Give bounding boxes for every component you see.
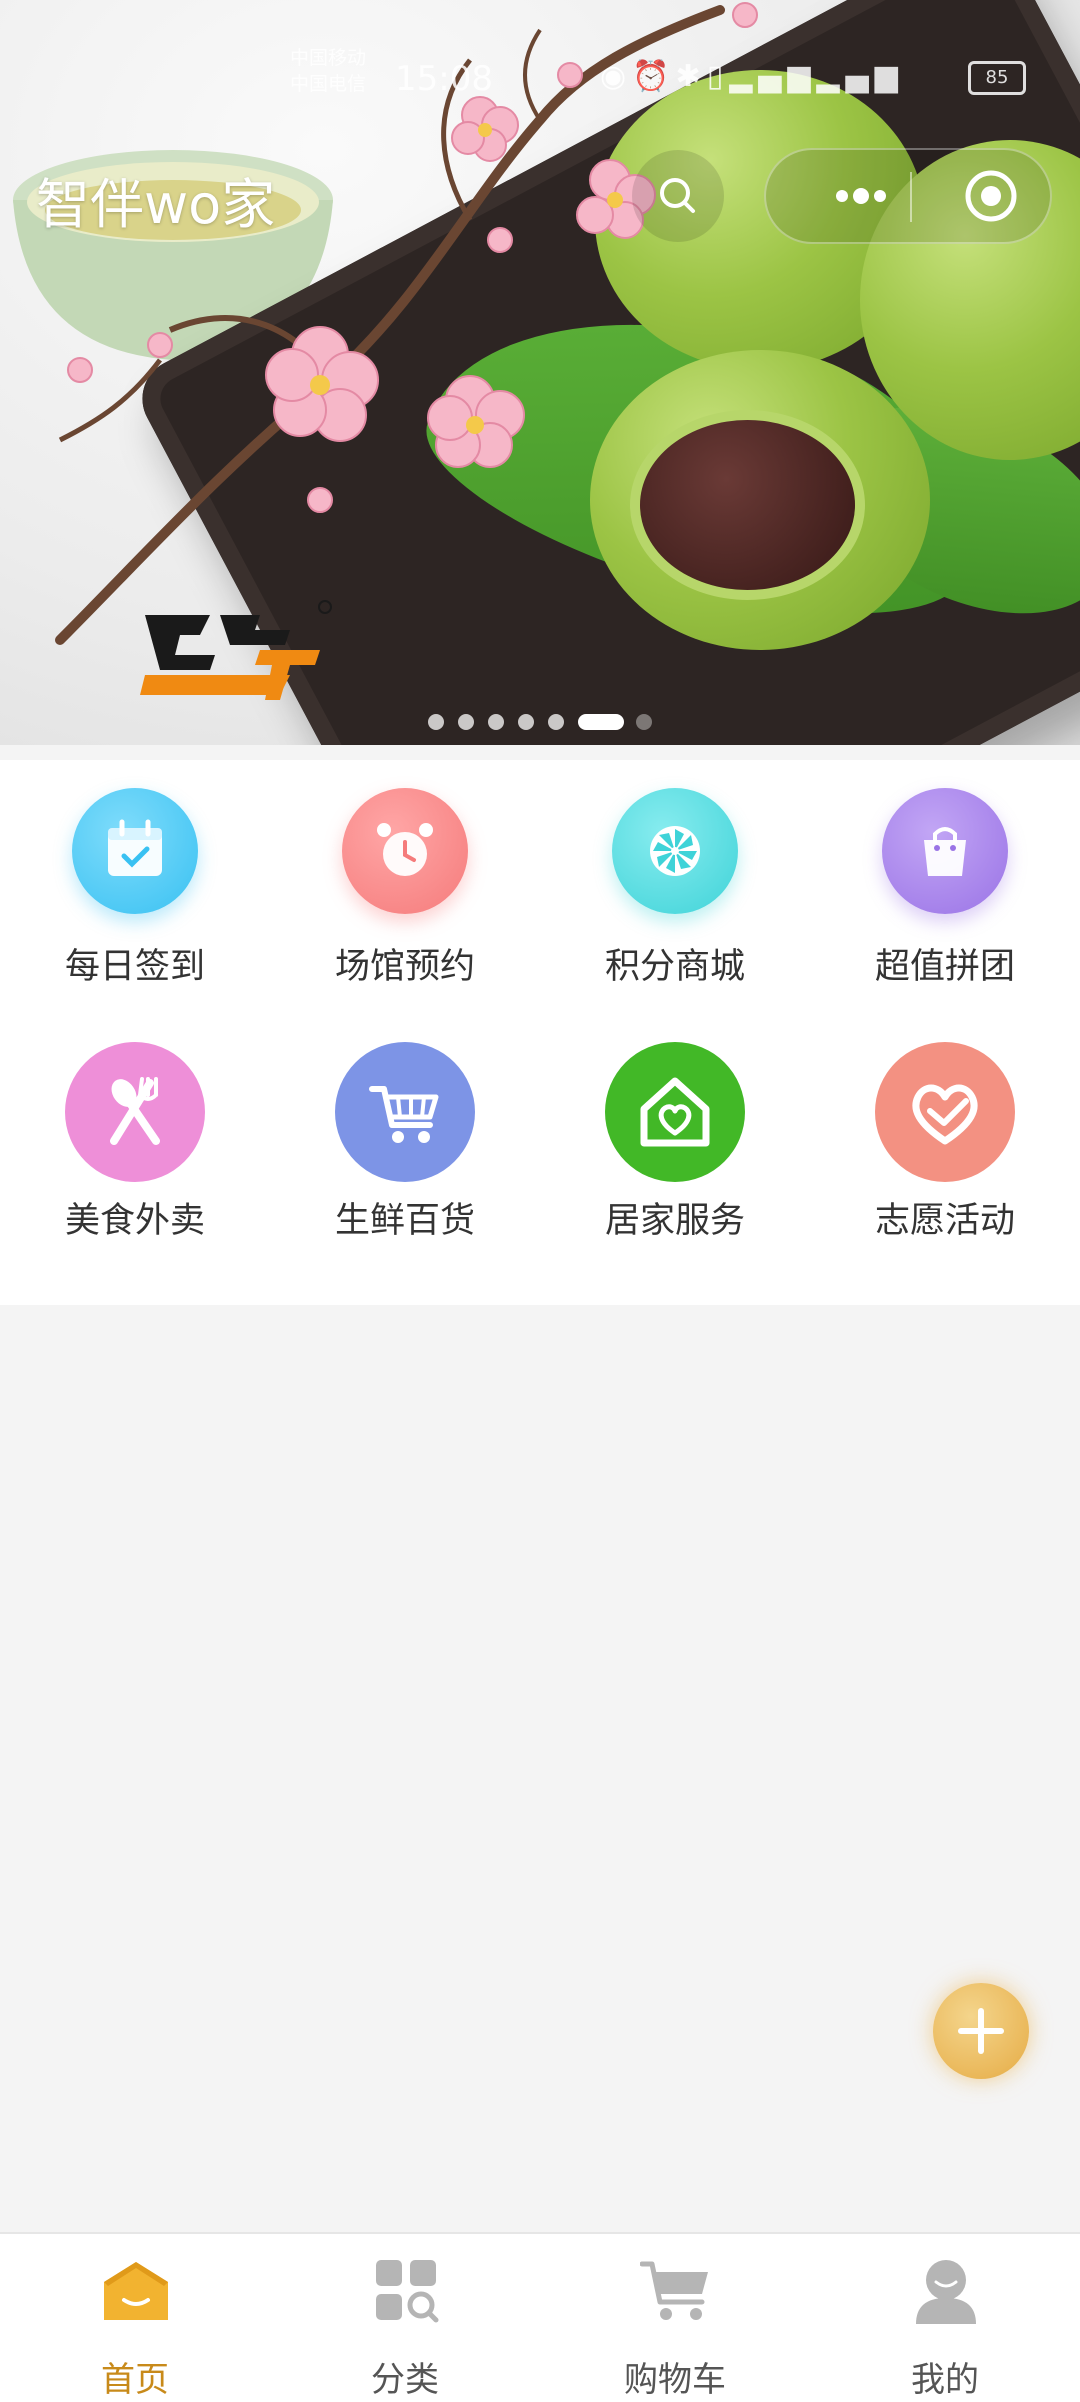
grid-item-label: 美食外卖 bbox=[64, 1201, 205, 1241]
carousel-dot[interactable] bbox=[518, 714, 534, 730]
home-heart-icon bbox=[640, 1077, 710, 1147]
carrier-info: 中国移动 中国电信 bbox=[290, 45, 366, 97]
heart-hand-icon bbox=[912, 1084, 978, 1145]
grid-item-label: 居家服务 bbox=[604, 1201, 745, 1241]
carrier-2: 中国电信 bbox=[290, 73, 367, 95]
feature-grid: 每日签到 场馆预约 积分商城 超值拼团 美食外卖 生鲜百货 居家服务 志愿活动 bbox=[0, 760, 1080, 1305]
miniprogram-capsule bbox=[764, 148, 1052, 244]
brand-logo bbox=[140, 600, 332, 700]
tab-label: 首页 bbox=[101, 2360, 169, 2400]
grid-item-home-service[interactable]: 居家服务 bbox=[540, 760, 810, 1241]
grid-icon-bg bbox=[605, 1042, 745, 1182]
plus-icon bbox=[958, 2008, 1004, 2054]
more-button[interactable] bbox=[806, 150, 916, 242]
carousel-dot[interactable] bbox=[488, 714, 504, 730]
category-icon bbox=[376, 2260, 439, 2323]
shopping-cart-icon bbox=[369, 1086, 439, 1143]
grid-item-label: 志愿活动 bbox=[874, 1201, 1015, 1241]
carousel-dot-active[interactable] bbox=[578, 714, 624, 730]
carousel-dot[interactable] bbox=[636, 714, 652, 730]
grid-item-food-delivery[interactable]: 美食外卖 bbox=[0, 760, 270, 1241]
search-button[interactable] bbox=[632, 150, 724, 242]
cart-icon bbox=[640, 2261, 708, 2320]
user-icon bbox=[916, 2260, 976, 2324]
target-close-icon bbox=[965, 170, 1017, 222]
tab-home[interactable]: 首页 bbox=[0, 2234, 270, 2402]
status-bar: 中国移动 中国电信 15:08 ◉⏰✱▯▂▄▆▂▄▆ 85 bbox=[290, 45, 1050, 115]
tab-mine[interactable]: 我的 bbox=[810, 2234, 1080, 2402]
status-icons: ◉⏰✱▯▂▄▆▂▄▆ bbox=[600, 59, 904, 94]
tab-label: 分类 bbox=[371, 2360, 439, 2400]
grid-icon-bg bbox=[65, 1042, 205, 1182]
vibrate-icon: ▯ bbox=[706, 59, 730, 94]
capsule-divider bbox=[910, 172, 912, 222]
grid-item-label: 生鲜百货 bbox=[334, 1201, 475, 1241]
bottom-tab-bar: 首页 分类 购物车 我的 bbox=[0, 2232, 1080, 2402]
bluetooth-icon: ✱ bbox=[675, 59, 707, 94]
home-icon bbox=[104, 2262, 168, 2320]
alarm-icon: ⏰ bbox=[632, 59, 676, 94]
eye-icon: ◉ bbox=[600, 59, 633, 94]
fork-spoon-icon bbox=[110, 1077, 160, 1145]
signal-icon: ▂▄▆ bbox=[816, 59, 904, 94]
grid-item-volunteer[interactable]: 志愿活动 bbox=[810, 760, 1080, 1241]
tab-label: 我的 bbox=[911, 2360, 979, 2400]
grid-item-fresh-goods[interactable]: 生鲜百货 bbox=[270, 760, 540, 1241]
carousel-dot[interactable] bbox=[428, 714, 444, 730]
tab-label: 购物车 bbox=[624, 2360, 726, 2400]
battery-indicator: 85 bbox=[968, 61, 1026, 95]
signal-icon: ▂▄▆ bbox=[729, 59, 817, 94]
status-time: 15:08 bbox=[395, 59, 493, 99]
search-icon bbox=[660, 178, 695, 213]
add-button[interactable] bbox=[933, 1983, 1029, 2079]
grid-icon-bg bbox=[335, 1042, 475, 1182]
tab-cart[interactable]: 购物车 bbox=[540, 2234, 810, 2402]
carrier-1: 中国移动 bbox=[290, 47, 367, 69]
banner-carousel[interactable]: 中国移动 中国电信 15:08 ◉⏰✱▯▂▄▆▂▄▆ 85 智伴wo家 bbox=[0, 0, 1080, 745]
grid-icon-bg bbox=[875, 1042, 1015, 1182]
close-miniprogram-button[interactable] bbox=[936, 150, 1046, 242]
app-title: 智伴wo家 bbox=[36, 173, 276, 236]
carousel-dot[interactable] bbox=[548, 714, 564, 730]
more-dots-icon bbox=[836, 188, 886, 204]
carousel-dot[interactable] bbox=[458, 714, 474, 730]
tab-category[interactable]: 分类 bbox=[270, 2234, 540, 2402]
